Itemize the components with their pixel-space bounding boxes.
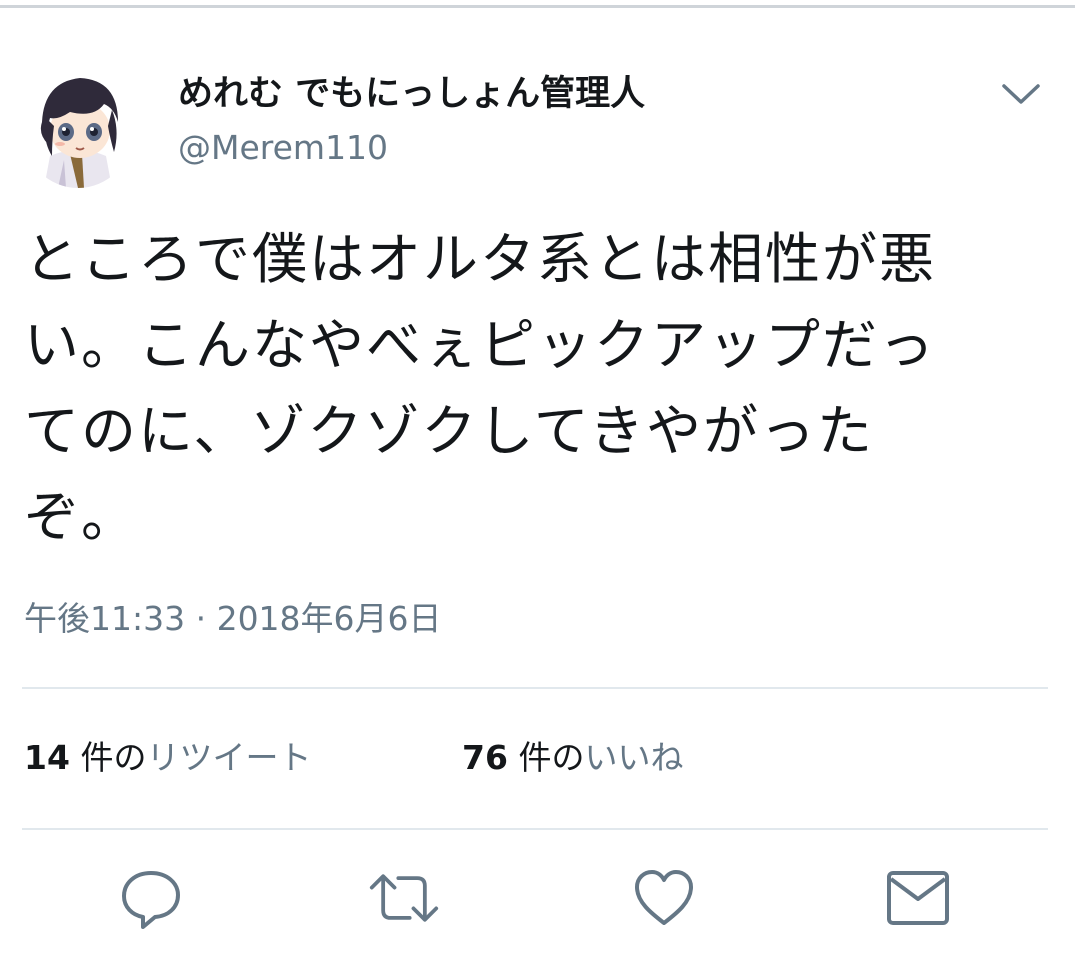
like-count-link[interactable]: 76 件のいいね	[462, 730, 683, 786]
share-button[interactable]	[882, 862, 954, 934]
retweet-count-unit: 件の	[80, 738, 147, 777]
like-label: いいね	[584, 738, 684, 777]
retweet-count: 14	[24, 738, 70, 777]
retweet-button[interactable]	[368, 862, 440, 934]
user-handle[interactable]: @Merem110	[178, 124, 388, 172]
avatar-image	[24, 60, 132, 188]
tweet-timestamp[interactable]: 午後11:33 · 2018年6月6日	[24, 593, 442, 645]
tweet-menu-button[interactable]	[996, 74, 1046, 114]
retweet-label: リツイート	[146, 738, 312, 777]
divider-top	[22, 687, 1048, 689]
display-name[interactable]: めれむ でもにっしょん管理人	[178, 70, 645, 118]
like-count: 76	[462, 738, 508, 777]
reply-icon	[122, 871, 180, 929]
avatar[interactable]	[24, 60, 132, 188]
tweet-text: ところで僕はオルタ系とは相性が悪 い。こんなやべぇピックアップだっ てのに、ゾク…	[24, 227, 937, 549]
like-button[interactable]	[628, 862, 700, 934]
top-border	[0, 0, 1075, 8]
chevron-down-icon	[1002, 84, 1040, 104]
retweet-icon	[369, 874, 439, 922]
divider-bottom	[22, 828, 1048, 830]
like-count-unit: 件の	[518, 738, 585, 777]
heart-icon	[635, 870, 693, 925]
reply-button[interactable]	[115, 862, 187, 934]
retweet-count-link[interactable]: 14 件のリツイート	[24, 730, 311, 786]
envelope-icon	[887, 871, 949, 925]
